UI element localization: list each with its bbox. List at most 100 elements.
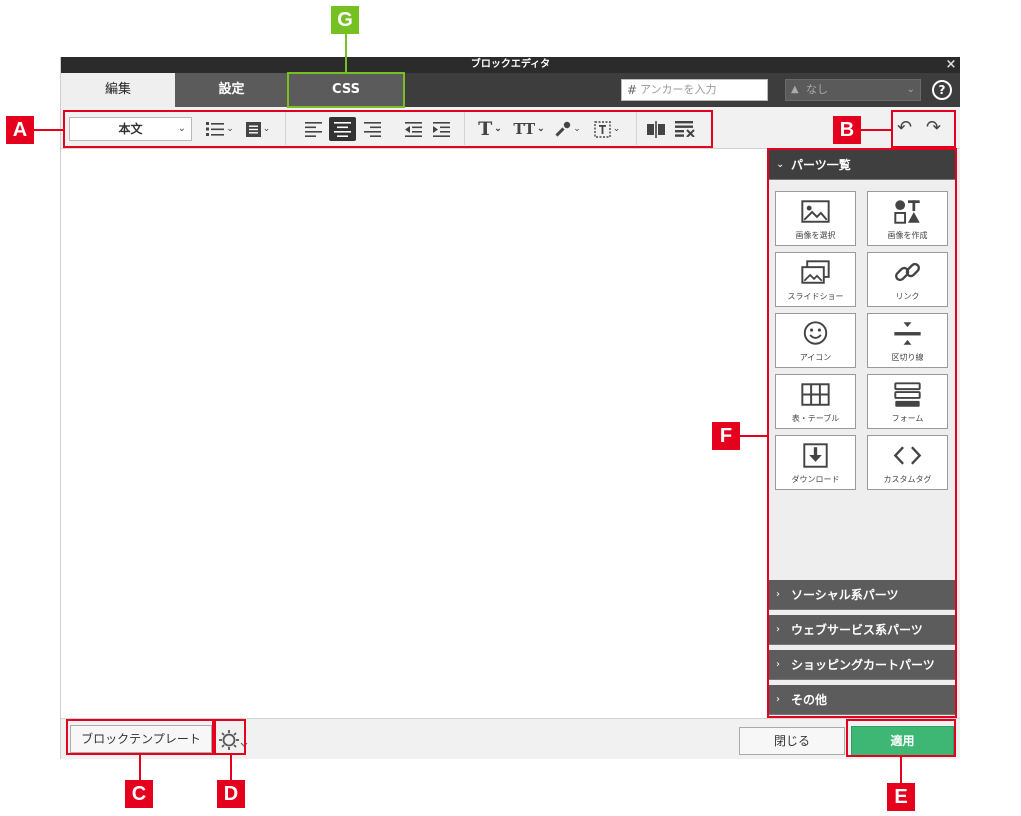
section-label: ウェブサービス系パーツ bbox=[791, 623, 923, 637]
window-titlebar: ブロックエディタ × bbox=[61, 57, 960, 73]
callout-e: E bbox=[887, 783, 915, 811]
help-icon[interactable]: ? bbox=[932, 80, 952, 100]
align-center-icon bbox=[334, 121, 351, 137]
leader-line-a bbox=[32, 129, 64, 131]
slideshow-icon bbox=[801, 260, 830, 284]
outdent-button[interactable] bbox=[402, 117, 424, 141]
anchor-placeholder: アンカーを入力 bbox=[640, 83, 717, 96]
parts-list-title: パーツ一覧 bbox=[791, 158, 851, 172]
section-social-parts[interactable]: › ソーシャル系パーツ bbox=[769, 580, 957, 610]
indent-icon bbox=[432, 121, 450, 137]
part-form[interactable]: フォーム bbox=[867, 374, 948, 429]
tab-bar: 編集 設定 CSS # アンカーを入力 ▲ なし ⌄ ? bbox=[61, 73, 960, 107]
align-left-icon bbox=[304, 121, 322, 137]
part-download[interactable]: ダウンロード bbox=[775, 435, 856, 490]
part-select-image[interactable]: 画像を選択 bbox=[775, 191, 856, 246]
text-box-button[interactable]: ⌄ bbox=[589, 117, 625, 141]
chevron-down-icon: ⌄ bbox=[226, 124, 234, 134]
parts-panel: ⌄ パーツ一覧 画像を選択 画像を作成 スライドショー リンク アイコン 区切り… bbox=[769, 150, 960, 718]
chevron-down-icon: ⌄ bbox=[494, 124, 502, 134]
chevron-down-icon: ⌄ bbox=[612, 124, 621, 134]
apply-button[interactable]: 適用 bbox=[851, 726, 954, 756]
chevron-down-icon: ⌄ bbox=[776, 159, 785, 170]
font-scale-button[interactable]: TT ⌄ bbox=[511, 117, 547, 141]
paragraph-style-value: 本文 bbox=[118, 122, 143, 136]
editor-canvas[interactable] bbox=[61, 150, 769, 717]
toolbar-divider bbox=[464, 111, 465, 145]
align-left-button[interactable] bbox=[301, 117, 325, 141]
text-box-icon bbox=[594, 120, 611, 138]
text-color-button[interactable]: ⌄ bbox=[551, 117, 585, 141]
outdent-icon bbox=[404, 121, 422, 137]
bullet-list-icon bbox=[206, 122, 225, 136]
part-label: カスタムタグ bbox=[883, 475, 932, 484]
part-label: 画像を作成 bbox=[887, 231, 928, 240]
tab-css[interactable]: CSS bbox=[288, 73, 404, 107]
undo-icon[interactable]: ↶ bbox=[897, 117, 912, 138]
redo-icon[interactable]: ↷ bbox=[926, 117, 941, 138]
part-label: フォーム bbox=[891, 414, 924, 423]
anchor-input[interactable]: # アンカーを入力 bbox=[621, 79, 768, 101]
part-create-image[interactable]: 画像を作成 bbox=[867, 191, 948, 246]
part-label: 表・テーブル bbox=[791, 414, 840, 423]
font-size-button[interactable]: T ⌄ bbox=[473, 117, 507, 141]
callout-g: G bbox=[331, 6, 359, 34]
align-center-button[interactable] bbox=[329, 117, 356, 141]
block-format-button[interactable]: ⌄ bbox=[242, 117, 274, 141]
shapes-icon bbox=[894, 200, 920, 224]
chevron-right-icon: › bbox=[776, 659, 780, 670]
editor-footer: ブロックテンプレート 閉じる 適用 bbox=[61, 718, 960, 759]
tab-edit[interactable]: 編集 bbox=[61, 73, 175, 107]
bullet-list-button[interactable]: ⌄ bbox=[203, 117, 237, 141]
table-icon bbox=[801, 383, 830, 406]
paragraph-style-select[interactable]: 本文 ⌄ bbox=[69, 117, 192, 141]
part-table[interactable]: 表・テーブル bbox=[775, 374, 856, 429]
settings-gear-button[interactable] bbox=[219, 727, 249, 753]
anchor-select-value: なし bbox=[806, 83, 828, 96]
toolbar-divider bbox=[285, 111, 286, 145]
block-editor-window: ブロックエディタ × 編集 設定 CSS # アンカーを入力 ▲ なし ⌄ ? … bbox=[60, 57, 960, 759]
part-label: リンク bbox=[895, 292, 920, 301]
callout-f: F bbox=[712, 422, 740, 450]
eyedropper-icon bbox=[555, 121, 571, 137]
chevron-down-icon: ⌄ bbox=[537, 124, 545, 134]
part-link[interactable]: リンク bbox=[867, 252, 948, 307]
close-button[interactable]: 閉じる bbox=[739, 727, 845, 755]
toolbar-divider bbox=[636, 111, 637, 145]
leader-line-e bbox=[900, 757, 902, 783]
smiley-icon bbox=[803, 321, 828, 345]
part-label: 画像を選択 bbox=[795, 231, 836, 240]
warning-icon: ▲ bbox=[791, 84, 799, 95]
part-slideshow[interactable]: スライドショー bbox=[775, 252, 856, 307]
block-template-button[interactable]: ブロックテンプレート bbox=[70, 725, 212, 753]
indent-button[interactable] bbox=[430, 117, 452, 141]
hash-icon: # bbox=[627, 83, 638, 97]
split-column-button[interactable] bbox=[645, 117, 667, 141]
part-custom-tag[interactable]: カスタムタグ bbox=[867, 435, 948, 490]
link-icon bbox=[894, 262, 921, 282]
parts-list-header[interactable]: ⌄ パーツ一覧 bbox=[769, 150, 957, 180]
clear-format-button[interactable] bbox=[673, 117, 697, 141]
anchor-select[interactable]: ▲ なし ⌄ bbox=[785, 79, 921, 101]
callout-c: C bbox=[125, 780, 153, 808]
form-icon bbox=[894, 382, 921, 407]
part-icon[interactable]: アイコン bbox=[775, 313, 856, 368]
format-toolbar: 本文 ⌄ ⌄ ⌄ T ⌄ TT ⌄ ⌄ ⌄ ↶ ↷ bbox=[61, 107, 960, 149]
section-other[interactable]: › その他 bbox=[769, 685, 957, 715]
section-label: ソーシャル系パーツ bbox=[791, 588, 899, 602]
close-icon[interactable]: × bbox=[944, 57, 958, 73]
download-icon bbox=[803, 443, 828, 468]
leader-line-c bbox=[139, 755, 141, 780]
section-web-service-parts[interactable]: › ウェブサービス系パーツ bbox=[769, 615, 957, 645]
chevron-right-icon: › bbox=[776, 624, 780, 635]
chevron-down-icon: ⌄ bbox=[906, 84, 915, 95]
chevron-down-icon: ⌄ bbox=[573, 124, 581, 134]
leader-line-f bbox=[740, 435, 768, 437]
chevron-right-icon: › bbox=[776, 589, 780, 600]
section-shopping-cart-parts[interactable]: › ショッピングカートパーツ bbox=[769, 650, 957, 680]
block-format-icon bbox=[245, 121, 261, 137]
part-divider[interactable]: 区切り線 bbox=[867, 313, 948, 368]
tab-settings[interactable]: 設定 bbox=[175, 73, 288, 107]
align-right-button[interactable] bbox=[360, 117, 384, 141]
leader-line-b bbox=[860, 129, 892, 131]
